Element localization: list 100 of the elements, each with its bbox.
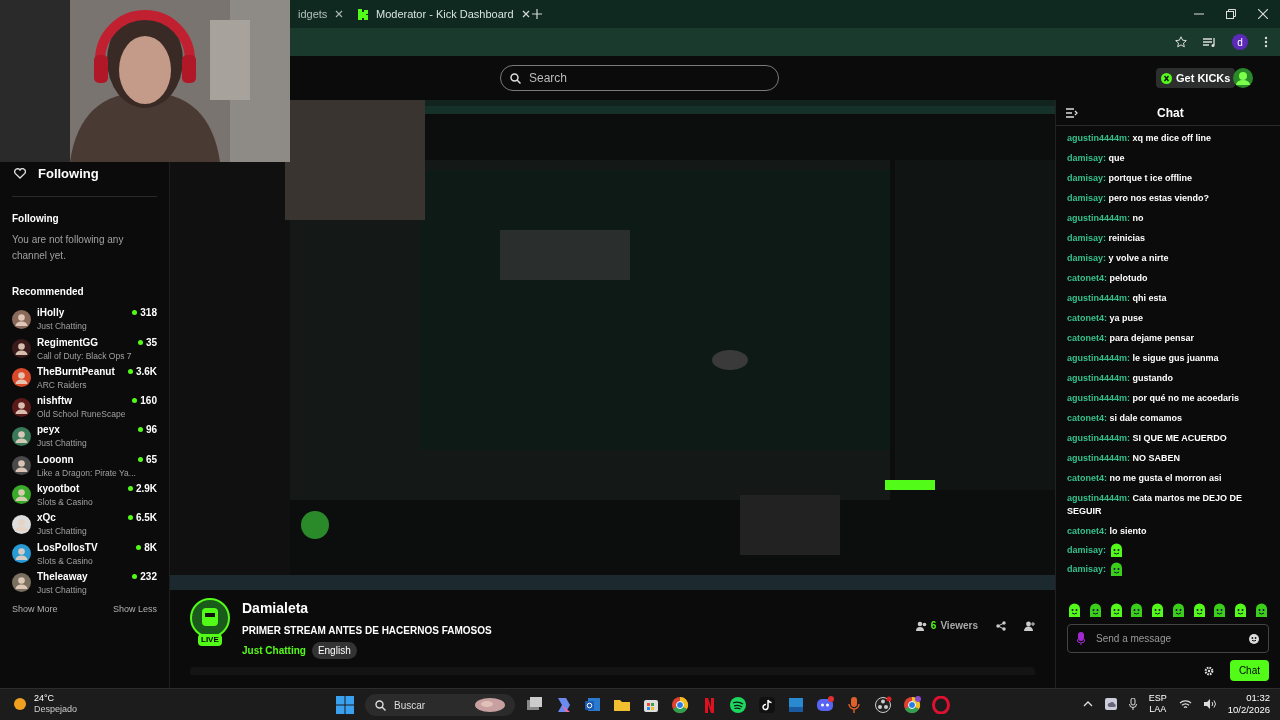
start-icon[interactable] [336, 696, 354, 714]
chat-message: agustin4444m: qhi esta [1067, 291, 1168, 305]
viewers-icon [915, 620, 927, 631]
live-dot-icon [137, 339, 143, 345]
search-icon [375, 699, 386, 711]
channel-item[interactable]: Theleaway 232 Just Chatting [12, 568, 157, 598]
chat-message: catonet4: si dale comamos [1067, 411, 1184, 425]
channel-item[interactable]: xQc 6.5K Just Chatting [12, 509, 157, 539]
live-dot-icon [137, 456, 143, 462]
app-icon[interactable] [787, 696, 805, 714]
channel-name: LosPollosTV [37, 540, 98, 555]
taskbar-search[interactable]: Buscar [365, 694, 515, 716]
live-dot-icon [136, 544, 142, 550]
emote-icon [1191, 603, 1207, 618]
channel-name: kyootbot [37, 482, 80, 497]
restore-icon[interactable] [1226, 9, 1236, 19]
viewer-count: 6.5K [135, 511, 157, 526]
cloud-app-icon[interactable] [1104, 698, 1117, 710]
clock[interactable]: 01:32 10/2/2026 [1227, 692, 1270, 716]
new-tab-icon[interactable] [532, 9, 542, 19]
follow-user-icon[interactable] [1024, 620, 1035, 631]
chat-send-button[interactable]: Chat [1229, 660, 1269, 681]
chat-message: agustin4444m: le sigue gus juanma [1067, 351, 1220, 365]
avatar-icon [12, 368, 31, 388]
show-less-link[interactable]: Show Less [112, 603, 157, 617]
viewer-count: 6 [930, 619, 937, 633]
chat-message: agustin4444m: no [1067, 211, 1145, 225]
wifi-icon[interactable] [1178, 699, 1192, 709]
close-icon[interactable] [335, 10, 344, 18]
temperature: 24°C [34, 693, 56, 704]
avatar-icon [12, 397, 31, 417]
search-field[interactable]: Search [500, 65, 779, 91]
spotify-icon[interactable] [729, 696, 747, 714]
empty-message: You are not following any channel yet. [12, 232, 125, 263]
channel-item[interactable]: Looonn 65 Like a Dragon: Pirate Ya... [12, 451, 157, 481]
heart-icon [14, 168, 26, 180]
mail-icon[interactable] [584, 696, 602, 714]
emoji-icon[interactable] [1249, 634, 1259, 644]
viewer-count: 2.9K [135, 482, 157, 497]
get-kicks-button[interactable]: Get KICKs [1156, 68, 1236, 88]
show-more-link[interactable]: Show More [12, 603, 58, 617]
channel-item[interactable]: iHolly 318 Just Chatting [12, 304, 157, 334]
avatar-icon [12, 514, 31, 534]
emote-icon [1150, 603, 1166, 618]
avatar-icon [12, 338, 31, 358]
emote-icon [1253, 603, 1269, 618]
language-indicator[interactable]: ESP LAA [1148, 693, 1167, 715]
live-dot-icon [127, 486, 133, 492]
message-input[interactable]: Send a message [1067, 624, 1269, 653]
opera-icon[interactable] [932, 696, 950, 714]
chat-message: catonet4: no me gusta el morron asi [1067, 471, 1223, 485]
chrome-icon[interactable] [671, 696, 689, 714]
playlist-icon[interactable] [1203, 36, 1216, 48]
channel-item[interactable]: TheBurntPeanut 3.6K ARC Raiders [12, 363, 157, 393]
channel-item[interactable]: nishftw 160 Old School RuneScape [12, 392, 157, 422]
viewers-label: Viewers [940, 619, 978, 633]
channel-name: Theleaway [37, 569, 88, 584]
obs-icon[interactable] [874, 696, 892, 714]
section-title: Following [12, 211, 60, 226]
chat-message: agustin4444m: Cata martos me DEJO DE SEGUIR [1067, 491, 1244, 518]
chrome-profile-icon[interactable] [903, 696, 921, 714]
more-icon[interactable] [1264, 36, 1268, 48]
viewer-count: 3.6K [135, 364, 157, 379]
chat-message: damisay: pero nos estas viendo? [1067, 191, 1211, 205]
viewer-count: 318 [140, 306, 157, 321]
channel-category: Just Chatting [37, 525, 88, 539]
tab-title: idgets [298, 6, 328, 22]
channel-item[interactable]: RegimentGG 35 Call of Duty: Black Ops 7 [12, 333, 157, 364]
star-icon[interactable] [1175, 36, 1187, 48]
discord-icon[interactable] [816, 696, 834, 714]
user-avatar-icon[interactable] [1233, 68, 1253, 88]
chat-message: catonet4: lo siento [1067, 524, 1148, 538]
chat-message: catonet4: ya puse [1067, 311, 1145, 325]
emote-icon [1108, 603, 1124, 618]
live-dot-icon [132, 573, 138, 579]
channel-item[interactable]: kyootbot 2.9K Slots & Casino [12, 480, 157, 510]
chevron-up-icon[interactable] [1082, 701, 1093, 707]
channel-category: Old School RuneScape [37, 408, 127, 421]
chat-message: damisay: portque t ice offline [1067, 171, 1194, 185]
share-icon[interactable] [996, 620, 1006, 631]
avatar-icon [12, 456, 31, 476]
tiktok-icon[interactable] [758, 696, 776, 714]
emote-icon [1067, 603, 1082, 618]
settings-icon[interactable] [1203, 665, 1214, 676]
channel-name: peyx [37, 423, 60, 438]
copilot-icon[interactable] [555, 696, 573, 714]
channel-item[interactable]: LosPollosTV 8K Slots & Casino [12, 538, 157, 569]
volume-icon[interactable] [1203, 699, 1216, 709]
category-link[interactable]: Just Chatting [242, 643, 306, 658]
microphone-icon[interactable] [845, 696, 863, 714]
chat-username: damisay: [1067, 562, 1107, 576]
collapse-chat-icon[interactable] [1066, 107, 1078, 118]
microphone-icon[interactable] [1128, 698, 1137, 710]
chat-message: damisay: reinicias [1067, 231, 1147, 245]
channel-category: Just Chatting [37, 320, 88, 333]
close-icon[interactable] [1258, 9, 1268, 19]
profile-avatar[interactable]: d [1232, 34, 1248, 50]
close-icon[interactable] [521, 10, 530, 18]
language-tag[interactable]: English [311, 642, 357, 659]
channel-item[interactable]: peyx 96 Just Chatting [12, 421, 157, 451]
